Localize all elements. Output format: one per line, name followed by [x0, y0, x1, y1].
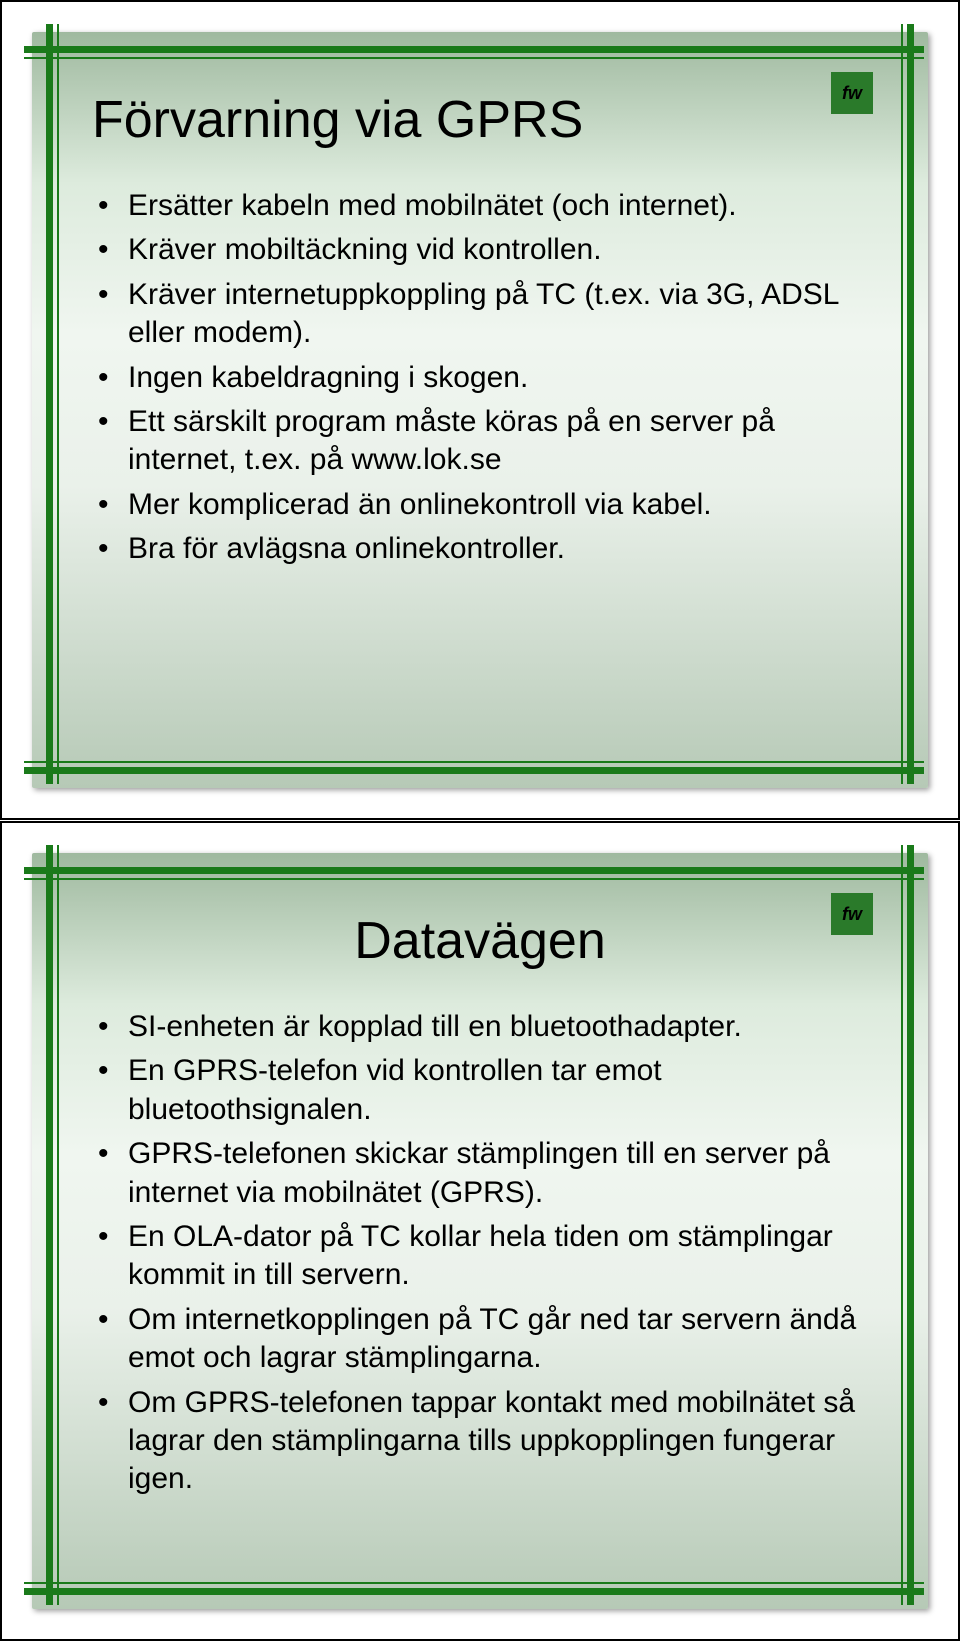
bullet-item: Om GPRS-telefonen tappar kontakt med mob… — [90, 1384, 868, 1499]
bullet-item: Ett särskilt program måste köras på en s… — [90, 403, 868, 480]
left-rule — [46, 24, 60, 784]
bullet-item: SI-enheten är kopplad till en bluetootha… — [90, 1008, 868, 1046]
bullet-list: Ersätter kabeln med mobilnätet (och inte… — [90, 187, 868, 569]
slide-title: Förvarning via GPRS — [92, 90, 928, 150]
slide-content: Ersätter kabeln med mobilnätet (och inte… — [90, 187, 868, 575]
bottom-rule — [24, 760, 924, 774]
bullet-item: Ingen kabeldragning i skogen. — [90, 359, 868, 397]
top-rule — [24, 46, 924, 60]
slide-background: fw Förvarning via GPRS Ersätter kabeln m… — [32, 32, 928, 788]
bullet-item: En OLA-dator på TC kollar hela tiden om … — [90, 1218, 868, 1295]
bullet-list: SI-enheten är kopplad till en bluetootha… — [90, 1008, 868, 1499]
slide-content: SI-enheten är kopplad till en bluetootha… — [90, 1008, 868, 1505]
bullet-item: Ersätter kabeln med mobilnätet (och inte… — [90, 187, 868, 225]
top-rule — [24, 867, 924, 881]
bullet-item: Kräver internetuppkoppling på TC (t.ex. … — [90, 276, 868, 353]
bullet-item: GPRS-telefonen skickar stämplingen till … — [90, 1135, 868, 1212]
bullet-item: En GPRS-telefon vid kontrollen tar emot … — [90, 1052, 868, 1129]
bullet-item: Bra för avlägsna onlinekontroller. — [90, 530, 868, 568]
slide-background: fw Datavägen SI-enheten är kopplad till … — [32, 853, 928, 1609]
bottom-rule — [24, 1581, 924, 1595]
slide-1: fw Förvarning via GPRS Ersätter kabeln m… — [0, 0, 960, 820]
bullet-item: Mer komplicerad än onlinekontroll via ka… — [90, 486, 868, 524]
slide-title: Datavägen — [32, 911, 928, 971]
bullet-item: Kräver mobiltäckning vid kontrollen. — [90, 231, 868, 269]
slide-2: fw Datavägen SI-enheten är kopplad till … — [0, 821, 960, 1641]
bullet-item: Om internetkopplingen på TC går ned tar … — [90, 1301, 868, 1378]
